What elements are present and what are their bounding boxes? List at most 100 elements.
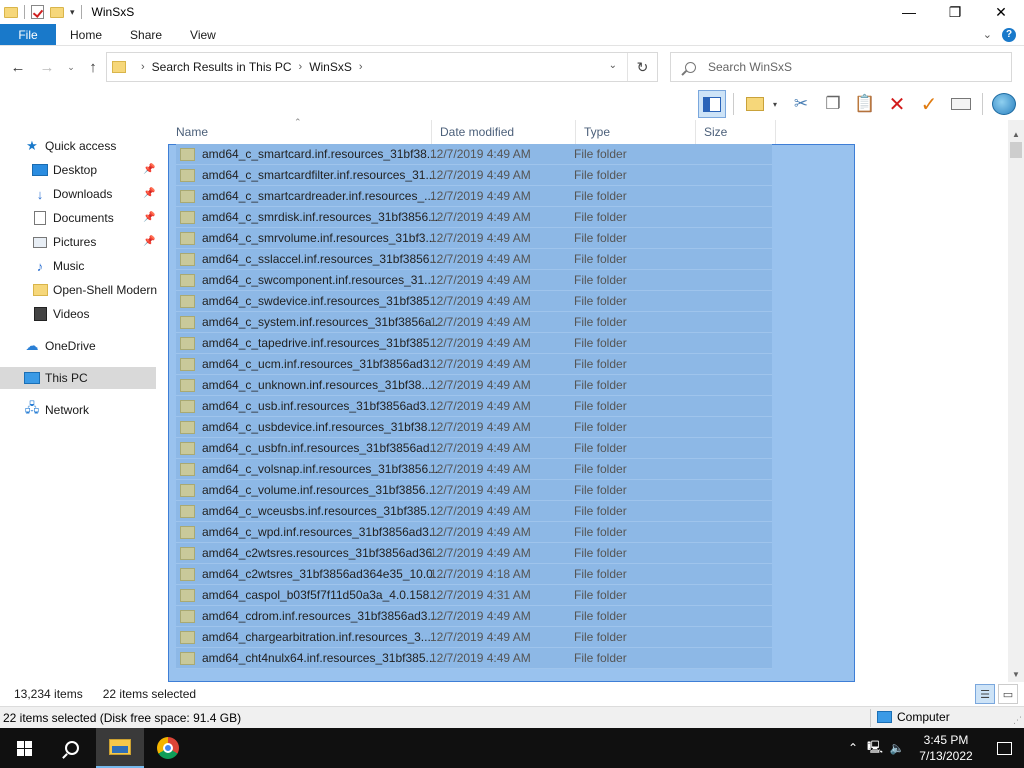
search-input[interactable] bbox=[708, 60, 988, 74]
table-row[interactable]: amd64_c_ucm.inf.resources_31bf3856ad3...… bbox=[176, 354, 772, 375]
file-list[interactable]: amd64_c_smartcard.inf.resources_31bf38..… bbox=[168, 144, 1008, 682]
pin-icon[interactable]: 📌 bbox=[143, 164, 155, 175]
table-row[interactable]: amd64_c_swdevice.inf.resources_31bf385..… bbox=[176, 291, 772, 312]
sidebar-item-pictures[interactable]: Pictures bbox=[32, 231, 96, 253]
expand-ribbon-icon[interactable]: ⌄ bbox=[983, 28, 992, 41]
back-arrow-icon[interactable]: ← bbox=[7, 56, 29, 78]
table-row[interactable]: amd64_c_wceusbs.inf.resources_31bf385...… bbox=[176, 501, 772, 522]
table-row[interactable]: amd64_c_usb.inf.resources_31bf3856ad3...… bbox=[176, 396, 772, 417]
address-history-icon[interactable]: ⌄ bbox=[609, 60, 617, 71]
action-center-button[interactable] bbox=[984, 741, 1024, 755]
table-row[interactable]: amd64_c_swcomponent.inf.resources_31... 1… bbox=[176, 270, 772, 291]
file-date-modified: 12/7/2019 4:31 AM bbox=[430, 588, 531, 602]
folder-icon bbox=[180, 378, 195, 392]
properties-check-icon[interactable] bbox=[31, 5, 44, 19]
start-button[interactable] bbox=[0, 728, 48, 768]
tab-file[interactable]: File bbox=[0, 24, 56, 45]
scroll-down-icon[interactable]: ▼ bbox=[1008, 666, 1024, 682]
column-header-type[interactable]: Type bbox=[576, 120, 696, 144]
recent-locations-icon[interactable]: ⌄ bbox=[64, 56, 78, 78]
system-tray: ⌃ 🖳 🔈 3:45 PM 7/13/2022 bbox=[842, 728, 1024, 768]
help-icon[interactable]: ? bbox=[1002, 27, 1016, 42]
copy-icon[interactable]: ❐ bbox=[819, 90, 847, 118]
column-header-name[interactable]: ⌃ Name bbox=[168, 117, 432, 144]
table-row[interactable]: amd64_cdrom.inf.resources_31bf3856ad3...… bbox=[176, 606, 772, 627]
taskbar: ⌃ 🖳 🔈 3:45 PM 7/13/2022 bbox=[0, 728, 1024, 768]
maximize-button[interactable]: ❐ bbox=[932, 0, 978, 24]
volume-icon[interactable]: 🔈 bbox=[886, 741, 908, 755]
sidebar-item-desktop[interactable]: Desktop bbox=[32, 159, 97, 181]
table-row[interactable]: amd64_c_usbdevice.inf.resources_31bf38..… bbox=[176, 417, 772, 438]
table-row[interactable]: amd64_c_unknown.inf.resources_31bf38... 1… bbox=[176, 375, 772, 396]
paste-icon[interactable]: 📋 bbox=[851, 90, 879, 118]
table-row[interactable]: amd64_c2wtsres_31bf3856ad364e35_10.0....… bbox=[176, 564, 772, 585]
internet-icon[interactable] bbox=[990, 90, 1018, 118]
vertical-scrollbar[interactable]: ▲ ▼ bbox=[1008, 120, 1024, 682]
scroll-up-icon[interactable]: ▲ bbox=[1008, 126, 1024, 142]
properties-dropdown-icon[interactable]: ▾ bbox=[773, 100, 783, 109]
refresh-icon[interactable]: ↻ bbox=[627, 53, 657, 81]
column-header-date-modified[interactable]: Date modified bbox=[432, 120, 576, 144]
minimize-button[interactable]: — bbox=[886, 0, 932, 24]
table-row[interactable]: amd64_c_smartcard.inf.resources_31bf38..… bbox=[176, 144, 772, 165]
breadcrumb-search-results[interactable]: Search Results in This PC bbox=[152, 60, 292, 74]
table-row[interactable]: amd64_c_wpd.inf.resources_31bf3856ad3...… bbox=[176, 522, 772, 543]
table-row[interactable]: amd64_c_smrvolume.inf.resources_31bf3...… bbox=[176, 228, 772, 249]
table-row[interactable]: amd64_c2wtsres.resources_31bf3856ad36...… bbox=[176, 543, 772, 564]
table-row[interactable]: amd64_c_volume.inf.resources_31bf3856...… bbox=[176, 480, 772, 501]
rename-icon[interactable] bbox=[947, 90, 975, 118]
table-row[interactable]: amd64_chargearbitration.inf.resources_3.… bbox=[176, 627, 772, 648]
tab-home[interactable]: Home bbox=[56, 24, 116, 45]
breadcrumb-winsxs[interactable]: WinSxS bbox=[309, 60, 352, 74]
sidebar-item-this-pc[interactable]: This PC bbox=[0, 367, 156, 389]
up-arrow-icon[interactable]: ↑ bbox=[82, 56, 104, 78]
tab-view[interactable]: View bbox=[176, 24, 230, 45]
network-tray-icon[interactable]: 🖳 bbox=[864, 738, 886, 759]
table-row[interactable]: amd64_c_smartcardfilter.inf.resources_31… bbox=[176, 165, 772, 186]
sidebar-item-network[interactable]: 🖧 Network bbox=[24, 399, 89, 421]
table-row[interactable]: amd64_c_smartcardreader.inf.resources_..… bbox=[176, 186, 772, 207]
sidebar-item-videos[interactable]: Videos bbox=[32, 303, 89, 325]
taskbar-file-explorer[interactable] bbox=[96, 728, 144, 768]
table-row[interactable]: amd64_cht4nulx64.inf.resources_31bf385..… bbox=[176, 648, 772, 669]
breadcrumb-separator-icon: › bbox=[298, 61, 303, 73]
sidebar-item-documents[interactable]: Documents bbox=[32, 207, 114, 229]
navigation-pane-icon[interactable] bbox=[698, 90, 726, 118]
pin-icon[interactable]: 📌 bbox=[143, 188, 155, 199]
table-row[interactable]: amd64_c_tapedrive.inf.resources_31bf385.… bbox=[176, 333, 772, 354]
cut-icon[interactable]: ✂ bbox=[787, 90, 815, 118]
table-row[interactable]: amd64_c_sslaccel.inf.resources_31bf3856.… bbox=[176, 249, 772, 270]
sidebar-item-open-shell-modern[interactable]: Open-Shell Modern bbox=[32, 279, 157, 301]
close-button[interactable]: ✕ bbox=[978, 0, 1024, 24]
forward-arrow-icon[interactable]: → bbox=[36, 56, 58, 78]
taskbar-chrome[interactable] bbox=[144, 728, 192, 768]
clock[interactable]: 3:45 PM 7/13/2022 bbox=[908, 732, 984, 764]
pin-icon[interactable]: 📌 bbox=[143, 236, 155, 247]
resize-grip-icon[interactable]: ⋰ bbox=[1013, 715, 1022, 726]
properties-icon[interactable] bbox=[741, 90, 769, 118]
address-bar[interactable]: › Search Results in This PC › WinSxS › ⌄… bbox=[106, 52, 658, 82]
undo-icon[interactable]: ✓ bbox=[915, 90, 943, 118]
table-row[interactable]: amd64_c_system.inf.resources_31bf3856a..… bbox=[176, 312, 772, 333]
delete-icon[interactable]: ✕ bbox=[883, 90, 911, 118]
breadcrumb-separator-icon[interactable]: › bbox=[359, 61, 363, 73]
sidebar-item-music[interactable]: ♪ Music bbox=[32, 255, 85, 277]
sidebar-item-downloads[interactable]: ↓ Downloads bbox=[32, 183, 113, 205]
table-row[interactable]: amd64_caspol_b03f5f7f11d50a3a_4.0.158...… bbox=[176, 585, 772, 606]
pin-icon[interactable]: 📌 bbox=[143, 212, 155, 223]
new-folder-icon[interactable] bbox=[50, 6, 64, 18]
large-icons-view-icon[interactable]: ▭ bbox=[998, 684, 1018, 704]
table-row[interactable]: amd64_c_volsnap.inf.resources_31bf3856..… bbox=[176, 459, 772, 480]
sidebar-item-onedrive[interactable]: ☁ OneDrive bbox=[24, 335, 96, 357]
details-view-icon[interactable]: ☰ bbox=[975, 684, 995, 704]
chevron-up-icon[interactable]: ⌃ bbox=[842, 741, 864, 755]
table-row[interactable]: amd64_c_usbfn.inf.resources_31bf3856ad..… bbox=[176, 438, 772, 459]
tab-share[interactable]: Share bbox=[116, 24, 176, 45]
table-row[interactable]: amd64_c_smrdisk.inf.resources_31bf3856..… bbox=[176, 207, 772, 228]
scrollbar-thumb[interactable] bbox=[1010, 142, 1022, 158]
customize-quick-access-icon[interactable]: ▾ bbox=[70, 7, 75, 18]
column-header-size[interactable]: Size bbox=[696, 120, 776, 144]
search-box[interactable] bbox=[670, 52, 1012, 82]
sidebar-item-quick-access[interactable]: ★ Quick access bbox=[24, 135, 116, 157]
taskbar-search-button[interactable] bbox=[48, 728, 96, 768]
